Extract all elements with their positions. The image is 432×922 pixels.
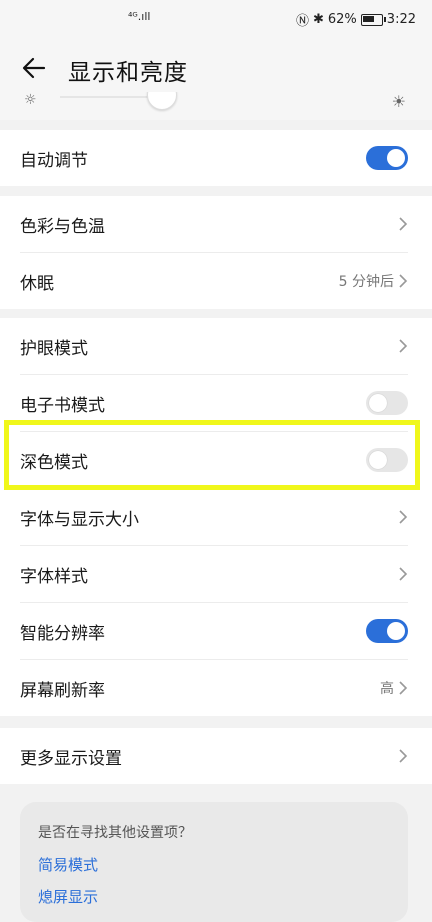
row-label: 屏幕刷新率 — [20, 680, 105, 701]
row-label: 更多显示设置 — [20, 748, 122, 769]
row-font-display-size[interactable]: 字体与显示大小 — [20, 489, 408, 546]
refresh-rate-value: 高 — [380, 681, 394, 697]
row-color-temperature[interactable]: 色彩与色温 — [20, 196, 408, 253]
battery-percent: 62% — [327, 12, 357, 27]
link-always-on-display[interactable]: 熄屏显示 — [38, 886, 98, 907]
row-label: 自动调节 — [20, 150, 88, 171]
brightness-high-icon: ☀ — [391, 92, 406, 111]
row-more-display-settings[interactable]: 更多显示设置 — [20, 728, 408, 784]
chevron-right-icon — [399, 274, 408, 288]
row-label: 休眠 — [20, 273, 54, 294]
row-dark-mode[interactable]: 深色模式 — [20, 432, 408, 489]
row-label: 字体样式 — [20, 566, 88, 587]
bluetooth-icon: ✱ — [312, 12, 324, 27]
row-font-style[interactable]: 字体样式 — [20, 546, 408, 603]
suggestions-question: 是否在寻找其他设置项？ — [38, 825, 192, 841]
chevron-right-icon — [399, 567, 408, 581]
row-refresh-rate[interactable]: 屏幕刷新率 高 — [20, 660, 408, 716]
auto-adjust-toggle[interactable] — [366, 146, 408, 170]
row-label: 护眼模式 — [20, 338, 88, 359]
row-sleep[interactable]: 休眠 5 分钟后 — [20, 253, 408, 309]
slider-thumb[interactable] — [147, 92, 177, 110]
row-eye-comfort[interactable]: 护眼模式 — [20, 318, 408, 375]
section-color-sleep: 色彩与色温 休眠 5 分钟后 — [0, 196, 432, 309]
battery-icon — [360, 13, 386, 26]
dark-mode-toggle[interactable] — [366, 448, 408, 472]
row-label: 深色模式 — [20, 452, 88, 473]
back-arrow-icon[interactable] — [20, 54, 48, 82]
suggestions-card: 是否在寻找其他设置项？ 简易模式 熄屏显示 — [20, 802, 408, 922]
row-label: 智能分辨率 — [20, 623, 105, 644]
nfc-icon: Ⓝ — [295, 14, 309, 29]
brightness-slider[interactable]: ☼ ☀ — [0, 92, 432, 120]
section-display-modes: 护眼模式 电子书模式 深色模式 字体与显示大小 字体样式 智能分辨率 屏幕刷新率… — [0, 318, 432, 716]
signal-icon: ⁴ᴳ.ıll — [128, 10, 151, 23]
page-header: 显示和亮度 — [0, 38, 432, 100]
section-auto-adjust: 自动调节 — [0, 130, 432, 186]
section-more-settings: 更多显示设置 — [0, 728, 432, 784]
row-label: 电子书模式 — [20, 395, 105, 416]
chevron-right-icon — [399, 749, 408, 763]
smart-resolution-toggle[interactable] — [366, 619, 408, 643]
page-title: 显示和亮度 — [68, 60, 188, 86]
chevron-right-icon — [399, 217, 408, 231]
chevron-right-icon — [399, 510, 408, 524]
row-label: 字体与显示大小 — [20, 509, 139, 530]
status-right: Ⓝ ✱ 62% 3:22 — [296, 10, 416, 29]
brightness-low-icon: ☼ — [24, 92, 37, 108]
chevron-right-icon — [399, 681, 408, 695]
clock: 3:22 — [386, 12, 416, 27]
row-ebook-mode[interactable]: 电子书模式 — [20, 375, 408, 432]
link-simple-mode[interactable]: 简易模式 — [38, 854, 98, 875]
sleep-value: 5 分钟后 — [338, 274, 394, 290]
row-label: 色彩与色温 — [20, 216, 105, 237]
row-auto-adjust[interactable]: 自动调节 — [20, 130, 408, 186]
slider-track — [60, 96, 160, 98]
status-bar: ⁴ᴳ.ıll Ⓝ ✱ 62% 3:22 — [0, 0, 432, 38]
row-smart-resolution[interactable]: 智能分辨率 — [20, 603, 408, 660]
chevron-right-icon — [399, 339, 408, 353]
ebook-mode-toggle[interactable] — [366, 391, 408, 415]
